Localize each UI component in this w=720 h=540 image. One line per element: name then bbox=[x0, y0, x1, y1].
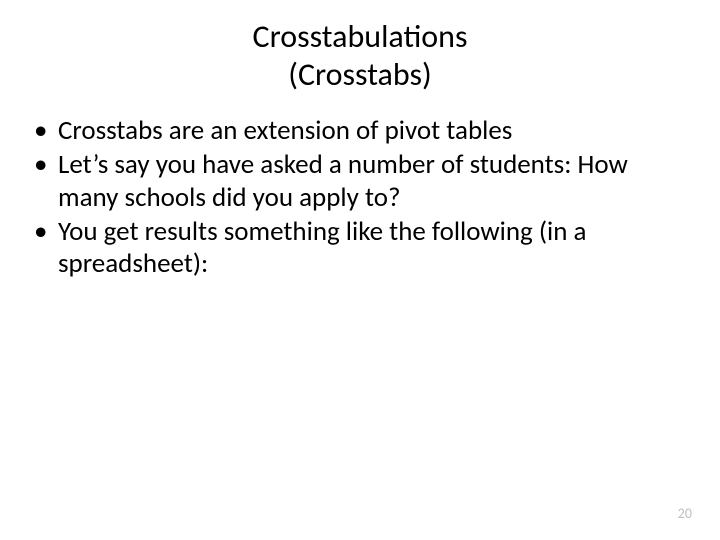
bullet-item-2: Let’s say you have asked a number of stu… bbox=[28, 149, 680, 214]
slide-title: Crosstabulations (Crosstabs) bbox=[0, 0, 720, 115]
bullet-list: Crosstabs are an extension of pivot tabl… bbox=[28, 115, 680, 281]
page-number: 20 bbox=[678, 505, 692, 522]
bullet-item-1: Crosstabs are an extension of pivot tabl… bbox=[28, 115, 680, 147]
slide-content: Crosstabs are an extension of pivot tabl… bbox=[0, 115, 720, 281]
title-line-2: (Crosstabs) bbox=[0, 56, 720, 94]
title-line-1: Crosstabulations bbox=[0, 18, 720, 56]
bullet-item-3: You get results something like the follo… bbox=[28, 216, 680, 281]
